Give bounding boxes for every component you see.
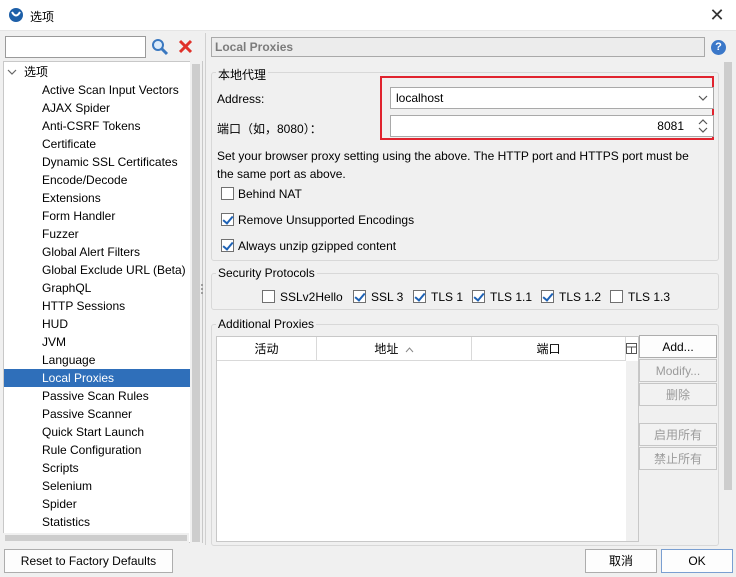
tls13-label[interactable]: TLS 1.3 (628, 290, 670, 304)
tree-item[interactable]: Anti-CSRF Tokens (42, 117, 140, 135)
sort-ascending-icon (405, 347, 414, 353)
add-button[interactable]: Add... (639, 335, 717, 358)
chevron-down-icon[interactable] (7, 67, 17, 77)
port-value: 8081 (657, 119, 684, 133)
tree-item[interactable]: Quick Start Launch (42, 423, 144, 441)
column-header-address[interactable]: 地址 (317, 337, 472, 361)
tree-item-selected[interactable]: Local Proxies (42, 369, 114, 387)
tree-root[interactable]: 选项 (24, 63, 48, 81)
chevron-down-icon[interactable] (698, 94, 708, 102)
tree-item[interactable]: JVM (42, 333, 66, 351)
proxy-note-line-1: Set your browser proxy setting using the… (217, 149, 689, 163)
tree-item[interactable]: Spider (42, 495, 77, 513)
sslv2hello-checkbox[interactable] (262, 290, 275, 303)
tree-item[interactable]: Selenium (42, 477, 92, 495)
spinner-arrows-icon[interactable] (698, 118, 708, 134)
close-icon[interactable]: ✕ (706, 4, 728, 26)
enable-all-button[interactable]: 启用所有 (639, 423, 717, 446)
tree-item[interactable]: Form Handler (42, 207, 115, 225)
modify-button[interactable]: Modify... (639, 359, 717, 382)
column-header-active[interactable]: 活动 (217, 337, 317, 361)
tls12-checkbox[interactable] (541, 290, 554, 303)
help-icon[interactable]: ? (711, 40, 726, 55)
security-group-label: Security Protocols (216, 266, 317, 280)
tree-item[interactable]: Global Exclude URL (Beta) (42, 261, 186, 279)
tls13-checkbox[interactable] (610, 290, 623, 303)
ok-button[interactable]: OK (661, 549, 733, 573)
tree-item[interactable]: HTTP Sessions (42, 297, 125, 315)
tree-item[interactable]: Global Alert Filters (42, 243, 140, 261)
local-proxy-group-label: 本地代理 (216, 66, 269, 83)
column-header-port[interactable]: 端口 (472, 337, 626, 361)
tree-hscrollbar[interactable] (3, 533, 189, 543)
tree-item[interactable]: Active Scan Input Vectors (42, 81, 179, 99)
tree-item[interactable]: Scripts (42, 459, 79, 477)
address-label: Address: (217, 92, 265, 106)
table-scrollbar[interactable] (626, 361, 638, 541)
remove-encodings-checkbox[interactable] (221, 213, 234, 226)
clear-icon[interactable] (178, 39, 193, 54)
disable-all-button[interactable]: 禁止所有 (639, 447, 717, 470)
tree-item[interactable]: Language (42, 351, 95, 369)
unzip-checkbox[interactable] (221, 239, 234, 252)
tls11-label[interactable]: TLS 1.1 (490, 290, 532, 304)
app-logo-icon (9, 8, 23, 22)
ssl3-label[interactable]: SSL 3 (371, 290, 403, 304)
column-selector-icon[interactable] (626, 343, 637, 354)
tls12-label[interactable]: TLS 1.2 (559, 290, 601, 304)
tls1-checkbox[interactable] (413, 290, 426, 303)
port-spinner[interactable]: 8081 (390, 115, 714, 137)
tree-item[interactable]: Certificate (42, 135, 96, 153)
cancel-button[interactable]: 取消 (585, 549, 657, 573)
title-bar: 选项 ✕ (0, 0, 736, 31)
tree-item[interactable]: Statistics (42, 513, 90, 531)
panel-scrollbar-thumb[interactable] (724, 62, 732, 490)
tls1-label[interactable]: TLS 1 (431, 290, 463, 304)
proxies-table[interactable] (216, 336, 639, 542)
tree-item[interactable]: Extensions (42, 189, 101, 207)
search-input[interactable] (5, 36, 146, 58)
window-title: 选项 (30, 10, 55, 24)
tree-item[interactable]: Passive Scanner (42, 405, 132, 423)
address-value: localhost (396, 91, 444, 105)
tree-scrollbar-thumb[interactable] (192, 64, 200, 542)
tree-item[interactable]: GraphQL (42, 279, 91, 297)
options-tree[interactable]: 选项 Active Scan Input Vectors AJAX Spider A… (3, 61, 203, 543)
tree-item[interactable]: Fuzzer (42, 225, 79, 243)
splitter-handle-icon[interactable] (200, 283, 204, 295)
ssl3-checkbox[interactable] (353, 290, 366, 303)
tree-item[interactable]: HUD (42, 315, 68, 333)
address-combobox[interactable]: localhost (390, 87, 714, 109)
tree-item[interactable]: Rule Configuration (42, 441, 141, 459)
reset-defaults-button[interactable]: Reset to Factory Defaults (4, 549, 173, 573)
tree-item[interactable]: AJAX Spider (42, 99, 110, 117)
additional-proxies-label: Additional Proxies (216, 317, 317, 331)
unzip-label[interactable]: Always unzip gzipped content (238, 239, 396, 253)
proxy-note: Set your browser proxy setting using the… (217, 147, 717, 183)
proxy-note-line-2: the same port as above. (217, 167, 346, 181)
column-header-address-label: 地址 (374, 342, 399, 356)
tree-item[interactable]: Dynamic SSL Certificates (42, 153, 178, 171)
tree-item[interactable]: Encode/Decode (42, 171, 127, 189)
search-icon[interactable] (151, 38, 169, 56)
tree-item[interactable]: Passive Scan Rules (42, 387, 149, 405)
tls11-checkbox[interactable] (472, 290, 485, 303)
behind-nat-label[interactable]: Behind NAT (238, 187, 302, 201)
delete-button[interactable]: 删除 (639, 383, 717, 406)
behind-nat-checkbox[interactable] (221, 187, 234, 200)
port-label: 端口（如，8080）： (217, 122, 322, 136)
remove-encodings-label[interactable]: Remove Unsupported Encodings (238, 213, 414, 227)
panel-header: Local Proxies (211, 37, 705, 57)
sslv2hello-label[interactable]: SSLv2Hello (280, 290, 343, 304)
